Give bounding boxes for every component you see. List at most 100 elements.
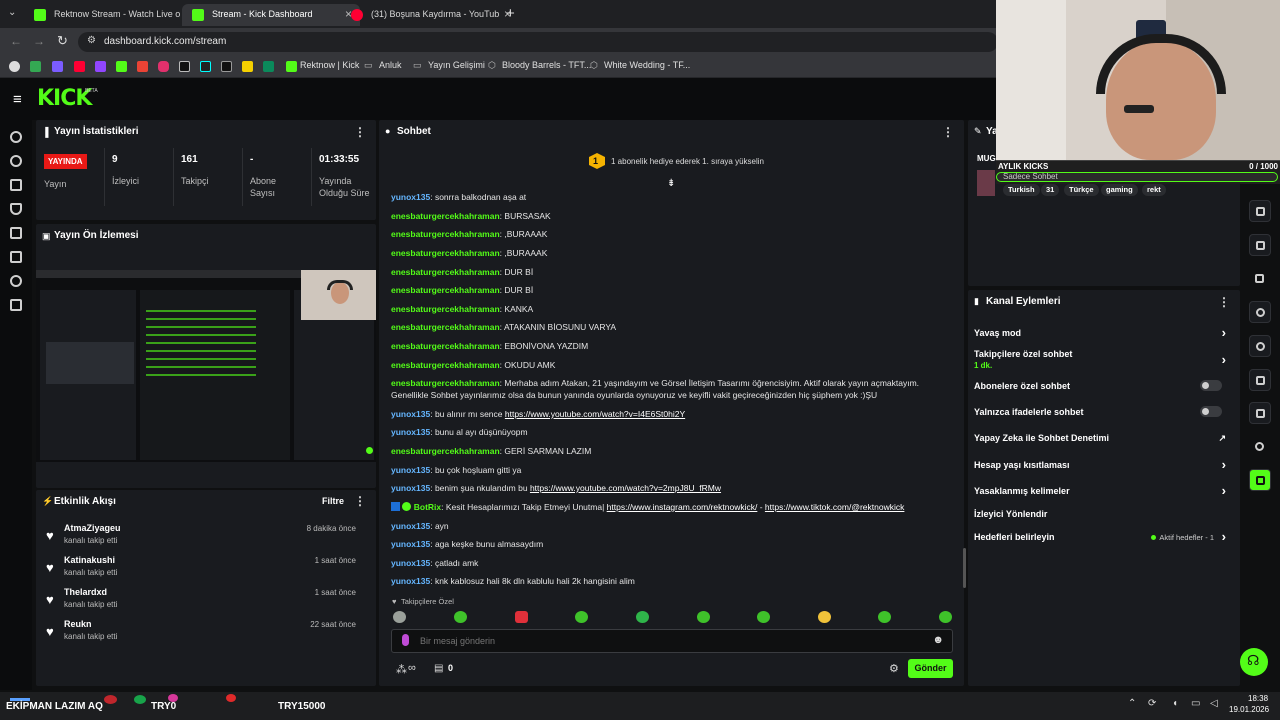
category-thumbnail[interactable]: [977, 170, 995, 196]
emote-icon[interactable]: [697, 611, 710, 623]
tray-volume-icon[interactable]: ◁: [1210, 698, 1218, 709]
emotes-only-toggle[interactable]: [1200, 406, 1222, 417]
sheets-bookmark-icon[interactable]: [30, 61, 41, 72]
chat-menu-icon[interactable]: ⋮: [942, 125, 954, 139]
taskbar-app-icon[interactable]: [226, 694, 236, 702]
stream-tag[interactable]: 31: [1041, 184, 1060, 196]
bookmark-icon[interactable]: [52, 61, 63, 72]
chat-input-box[interactable]: ☻: [391, 629, 953, 653]
bookmark-white-wedding[interactable]: White Wedding - TF...: [604, 60, 690, 70]
bookmark-icon[interactable]: [221, 61, 232, 72]
action-followers-only[interactable]: Takipçilere özel sohbet 1 dk. ›: [974, 349, 1236, 370]
taskbar-app-icon[interactable]: [104, 695, 117, 704]
action-slow-mode[interactable]: Yavaş mod ›: [974, 325, 1236, 340]
x-bookmark-icon[interactable]: [179, 61, 190, 72]
tab-rektnow[interactable]: Rektnow Stream - Watch Live o ×: [24, 4, 202, 26]
bookmark-bloody-barrels[interactable]: Bloody Barrels - TFT...: [502, 60, 591, 70]
emote-icon[interactable]: [515, 611, 528, 623]
extension-icon[interactable]: [1249, 469, 1271, 491]
action-subscribers-only[interactable]: Abonelere özel sohbet: [974, 380, 1236, 391]
clipboard-icon[interactable]: [1249, 268, 1271, 290]
bookmark-icon[interactable]: [263, 61, 274, 72]
tray-mic-icon[interactable]: ◖: [1172, 698, 1178, 709]
action-ai-moderation[interactable]: Yapay Zeka ile Sohbet Denetimi ↗: [974, 433, 1236, 443]
reload-icon[interactable]: ↻: [57, 33, 68, 49]
camera-icon[interactable]: [1249, 200, 1271, 222]
twitch-bookmark-icon[interactable]: [95, 61, 106, 72]
chat-settings-icon[interactable]: ⚙: [889, 662, 899, 675]
bookmark-rektnow[interactable]: Rektnow | Kick: [300, 60, 359, 70]
emote-icon[interactable]: [393, 611, 406, 623]
site-info-icon[interactable]: ⚙: [87, 35, 96, 46]
stream-tag[interactable]: rekt: [1142, 184, 1166, 196]
emote-icon[interactable]: [575, 611, 588, 623]
tray-time[interactable]: 18:38: [1248, 694, 1268, 703]
stream-icon[interactable]: [10, 131, 22, 143]
analytics-icon[interactable]: [10, 179, 22, 191]
pinned-collapse-icon[interactable]: ⇟: [667, 178, 675, 189]
event-user[interactable]: Thelardxd: [64, 587, 107, 597]
bookmark-yayin-gelisimi[interactable]: Yayın Gelişimi: [428, 60, 485, 70]
wrench-icon[interactable]: [1249, 402, 1271, 424]
filter-button[interactable]: Filtre: [322, 496, 344, 506]
tray-network-icon[interactable]: ▭: [1191, 698, 1200, 709]
chat-input[interactable]: [420, 632, 920, 650]
emote-icon[interactable]: [454, 611, 467, 623]
action-raid[interactable]: İzleyici Yönlendir: [974, 509, 1236, 519]
tab-kick-dashboard[interactable]: Stream - Kick Dashboard ×: [182, 4, 360, 26]
instagram-bookmark-icon[interactable]: [158, 61, 169, 72]
emote-icon[interactable]: [818, 611, 831, 623]
stream-tag[interactable]: Türkçe: [1064, 184, 1099, 196]
link-icon[interactable]: [10, 155, 22, 167]
monitor-icon[interactable]: [10, 227, 22, 239]
youtube-bookmark-icon[interactable]: [74, 61, 85, 72]
stats-menu-icon[interactable]: ⋮: [354, 125, 366, 139]
gift-icon[interactable]: ▤: [434, 663, 443, 674]
activity-menu-icon[interactable]: ⋮: [354, 494, 366, 508]
kick-logo[interactable]: KICK: [37, 86, 92, 111]
overlay-icon[interactable]: [1249, 369, 1271, 391]
emoji-icon[interactable]: ☻: [932, 634, 944, 646]
tray-date[interactable]: 19.01.2026: [1229, 705, 1269, 714]
forward-icon[interactable]: →: [33, 34, 45, 48]
stream-tag[interactable]: Turkish: [1003, 184, 1040, 196]
mic-icon[interactable]: [402, 634, 409, 646]
send-button[interactable]: Gönder: [908, 659, 953, 678]
emote-icon[interactable]: [636, 611, 649, 623]
tray-sync-icon[interactable]: ⟳: [1148, 698, 1156, 709]
tray-chevron-icon[interactable]: ⌃: [1128, 698, 1136, 709]
actions-menu-icon[interactable]: ⋮: [1218, 295, 1230, 309]
wrench-icon[interactable]: [10, 251, 22, 263]
gmail-bookmark-icon[interactable]: [137, 61, 148, 72]
trophy-icon[interactable]: [10, 203, 22, 215]
emote-icon[interactable]: [939, 611, 952, 623]
event-user[interactable]: Reukn: [64, 619, 92, 629]
chat-scrollbar[interactable]: [963, 548, 966, 588]
action-banned-words[interactable]: Yasaklanmış kelimeler ›: [974, 483, 1236, 498]
url-field[interactable]: ⚙ dashboard.kick.com/stream: [78, 32, 998, 52]
subscribers-only-toggle[interactable]: [1200, 380, 1222, 391]
event-user[interactable]: Katinakushi: [64, 555, 115, 565]
users-icon[interactable]: [10, 275, 22, 287]
support-button[interactable]: ☊: [1240, 648, 1268, 676]
tiktok-bookmark-icon[interactable]: [200, 61, 211, 72]
preview-video[interactable]: [36, 270, 376, 462]
event-user[interactable]: AtmaZiyageu: [64, 523, 121, 533]
tab-search-icon[interactable]: ⌄: [8, 7, 16, 18]
broadcast-icon[interactable]: [1249, 335, 1271, 357]
tools-icon[interactable]: [10, 299, 22, 311]
chat-bubble-icon[interactable]: [1249, 301, 1271, 323]
emote-icon[interactable]: [878, 611, 891, 623]
action-emotes-only[interactable]: Yalnızca ifadelerle sohbet: [974, 406, 1236, 417]
kick-bookmark-icon[interactable]: [286, 61, 297, 72]
bolt-icon[interactable]: [1249, 234, 1271, 256]
stream-tag[interactable]: gaming: [1101, 184, 1138, 196]
bookmark-icon[interactable]: [242, 61, 253, 72]
emote-icon[interactable]: [757, 611, 770, 623]
share-icon[interactable]: [1249, 436, 1271, 458]
tab-youtube[interactable]: (31) Boşuna Kaydırma - YouTub ×: [341, 4, 519, 26]
action-account-age[interactable]: Hesap yaşı kısıtlaması ›: [974, 457, 1236, 472]
new-tab-icon[interactable]: +: [506, 5, 515, 22]
taskbar-app-icon[interactable]: [134, 695, 146, 704]
action-goals[interactable]: Hedefleri belirleyin Aktif hedefler - 1 ›: [974, 529, 1236, 544]
